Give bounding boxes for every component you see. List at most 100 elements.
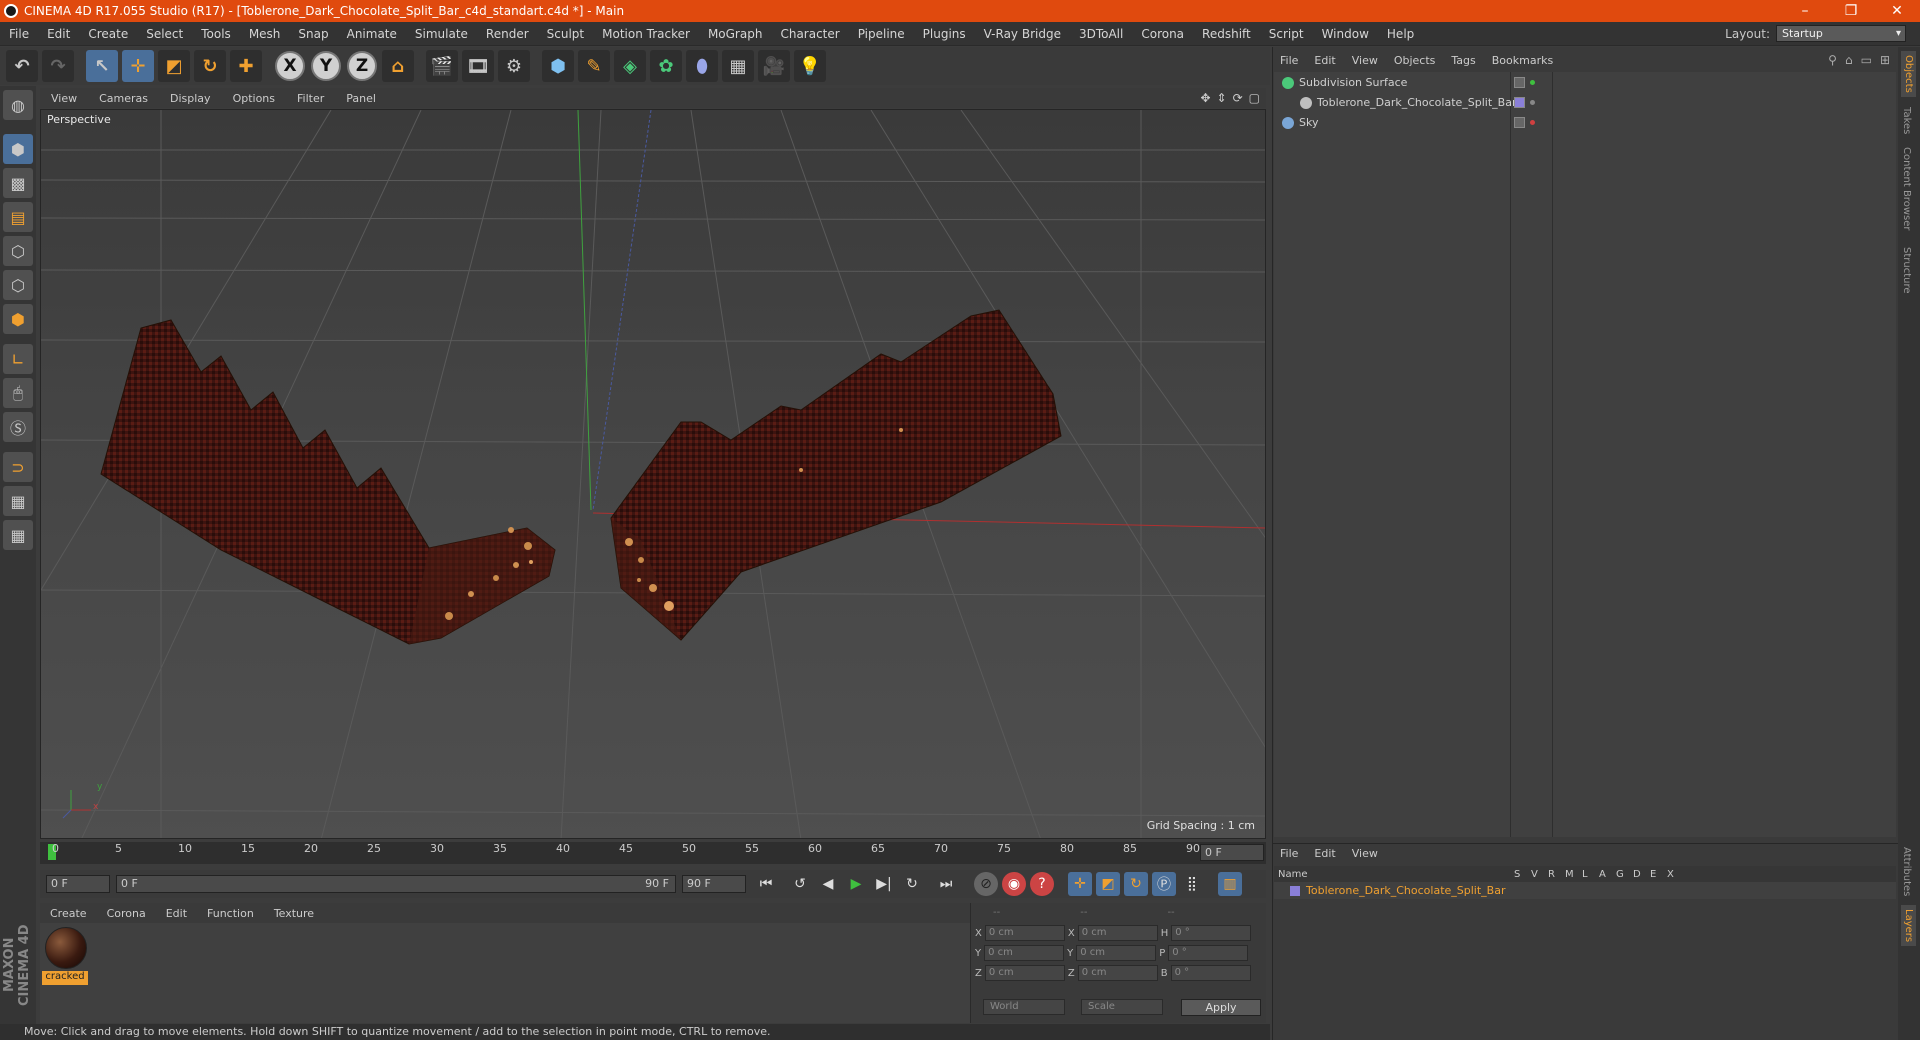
apply-button[interactable]: Apply <box>1181 999 1261 1016</box>
menu-window[interactable]: Window <box>1313 27 1378 41</box>
coord-size-field[interactable]: 0 cm <box>1077 925 1158 941</box>
cube-primitive-icon[interactable]: ⬢ <box>542 50 574 82</box>
y-axis-lock[interactable]: Y <box>310 50 342 82</box>
menu-script[interactable]: Script <box>1260 27 1313 41</box>
menu-file[interactable]: File <box>0 27 38 41</box>
start-frame-field[interactable]: 0 F <box>46 875 110 893</box>
side-tab-takes[interactable]: Takes <box>1901 107 1912 134</box>
viewport-menu-filter[interactable]: Filter <box>286 92 335 105</box>
key-position-icon[interactable]: ✛ <box>1068 872 1092 896</box>
model-mode-icon[interactable]: ⬢ <box>3 134 33 164</box>
deformer-icon[interactable]: ⬮ <box>686 50 718 82</box>
x-axis-lock[interactable]: X <box>274 50 306 82</box>
object-name[interactable]: Subdivision Surface <box>1299 76 1407 89</box>
menu-select[interactable]: Select <box>137 27 192 41</box>
render-settings-icon[interactable]: ⚙ <box>498 50 530 82</box>
restore-button[interactable]: ❐ <box>1828 3 1874 19</box>
make-editable-icon[interactable]: ◍ <box>3 90 33 120</box>
material-menu-create[interactable]: Create <box>40 907 97 920</box>
cloner-icon[interactable]: ✿ <box>650 50 682 82</box>
key-parameter-icon[interactable]: Ⓟ <box>1152 872 1176 896</box>
side-tab-attributes[interactable]: Attributes <box>1901 847 1912 896</box>
side-tab-objects[interactable]: Objects <box>1901 51 1916 97</box>
material-menu-function[interactable]: Function <box>197 907 264 920</box>
keyframe-selection-icon[interactable]: ? <box>1030 872 1054 896</box>
menu-v-ray-bridge[interactable]: V-Ray Bridge <box>975 27 1070 41</box>
visibility-toggle[interactable] <box>1514 77 1525 88</box>
coord-position-field[interactable]: 0 cm <box>984 925 1065 941</box>
object-row[interactable]: Toblerone_Dark_Chocolate_Split_Bar <box>1274 93 1896 112</box>
subdivision-surface-icon[interactable]: ◈ <box>614 50 646 82</box>
rotate-tool-icon[interactable]: ↻ <box>194 50 226 82</box>
next-key-icon[interactable]: ↻ <box>900 872 924 896</box>
object-name[interactable]: Sky <box>1299 116 1318 129</box>
axis-mode-icon[interactable]: ∟ <box>3 344 33 374</box>
render-dot[interactable] <box>1530 80 1535 85</box>
side-tab-content-browser[interactable]: Content Browser <box>1901 147 1912 230</box>
object-menu-view[interactable]: View <box>1344 54 1386 67</box>
current-frame-field[interactable]: 0 F <box>1200 844 1264 861</box>
menu-help[interactable]: Help <box>1378 27 1423 41</box>
end-frame-field[interactable]: 90 F <box>682 875 746 893</box>
viewport-menu-cameras[interactable]: Cameras <box>88 92 159 105</box>
pan-icon[interactable]: ✥ <box>1200 91 1210 105</box>
key-rotation-icon[interactable]: ↻ <box>1124 872 1148 896</box>
search-icon[interactable]: ⚲ <box>1828 53 1837 67</box>
viewport-menu-options[interactable]: Options <box>222 92 286 105</box>
layer-name[interactable]: Toblerone_Dark_Chocolate_Split_Bar <box>1306 884 1505 897</box>
coord-rotation-field[interactable]: 0 ° <box>1171 925 1252 941</box>
home-icon[interactable]: ⌂ <box>1845 53 1853 67</box>
expand-icon[interactable]: ⊞ <box>1880 53 1890 67</box>
layout-dropdown[interactable]: Startup <box>1776 25 1906 42</box>
object-menu-bookmarks[interactable]: Bookmarks <box>1484 54 1561 67</box>
autokey-icon[interactable]: ◉ <box>1002 872 1026 896</box>
go-to-start-icon[interactable]: ⏮ <box>754 872 778 896</box>
previous-key-icon[interactable]: ↺ <box>788 872 812 896</box>
select-tool-icon[interactable]: ↖ <box>86 50 118 82</box>
menu-sculpt[interactable]: Sculpt <box>538 27 593 41</box>
perspective-viewport[interactable]: Perspective y x Grid Spacing : 1 cm <box>40 109 1266 839</box>
play-icon[interactable]: ▶ <box>844 872 868 896</box>
layout-icon[interactable]: ▭ <box>1861 53 1872 67</box>
coord-rotation-field[interactable]: 0 ° <box>1168 945 1249 961</box>
material-menu-texture[interactable]: Texture <box>264 907 324 920</box>
menu-pipeline[interactable]: Pipeline <box>849 27 914 41</box>
object-row[interactable]: Sky <box>1274 113 1896 132</box>
menu-3dtoall[interactable]: 3DToAll <box>1070 27 1132 41</box>
side-tab-layers[interactable]: Layers <box>1901 905 1916 947</box>
menu-animate[interactable]: Animate <box>338 27 406 41</box>
layer-row[interactable]: Toblerone_Dark_Chocolate_Split_Bar <box>1274 882 1896 899</box>
timeline-window-icon[interactable]: ▥ <box>1218 872 1242 896</box>
render-dot[interactable] <box>1530 120 1535 125</box>
dolly-icon[interactable]: ⇕ <box>1217 91 1227 105</box>
menu-plugins[interactable]: Plugins <box>914 27 975 41</box>
workplane-lock-icon[interactable]: ▦ <box>3 486 33 516</box>
object-menu-edit[interactable]: Edit <box>1306 54 1343 67</box>
minimize-button[interactable]: – <box>1782 3 1828 19</box>
coord-rotation-field[interactable]: 0 ° <box>1170 965 1251 981</box>
next-frame-icon[interactable]: ▶| <box>872 872 896 896</box>
polygons-mode-icon[interactable]: ⬢ <box>3 304 33 334</box>
menu-mesh[interactable]: Mesh <box>240 27 290 41</box>
menu-render[interactable]: Render <box>477 27 538 41</box>
object-name[interactable]: Toblerone_Dark_Chocolate_Split_Bar <box>1317 96 1516 109</box>
menu-create[interactable]: Create <box>79 27 137 41</box>
coord-position-field[interactable]: 0 cm <box>984 965 1065 981</box>
menu-character[interactable]: Character <box>771 27 848 41</box>
coord-space-select[interactable]: World <box>983 999 1065 1015</box>
points-mode-icon[interactable]: ⬡ <box>3 236 33 266</box>
object-menu-tags[interactable]: Tags <box>1443 54 1483 67</box>
viewport-menu-view[interactable]: View <box>40 92 88 105</box>
spline-pen-icon[interactable]: ✎ <box>578 50 610 82</box>
scale-tool-icon[interactable]: ◩ <box>158 50 190 82</box>
locked-workplane-icon[interactable]: ▦ <box>3 520 33 550</box>
timeline-ruler[interactable]: 0 F 0 5 10 15 20 25 30 35 40 45 50 55 60 65 70 75 80 85 90 <box>40 842 1266 864</box>
close-button[interactable]: ✕ <box>1874 3 1920 19</box>
material-menu-edit[interactable]: Edit <box>156 907 197 920</box>
coord-size-field[interactable]: 0 cm <box>1076 945 1157 961</box>
magnet-icon[interactable]: ⊃ <box>3 452 33 482</box>
layer-color-swatch[interactable] <box>1290 885 1300 896</box>
maximize-view-icon[interactable]: ▢ <box>1249 91 1260 105</box>
viewport-menu-display[interactable]: Display <box>159 92 222 105</box>
redo-icon[interactable]: ↷ <box>42 50 74 82</box>
